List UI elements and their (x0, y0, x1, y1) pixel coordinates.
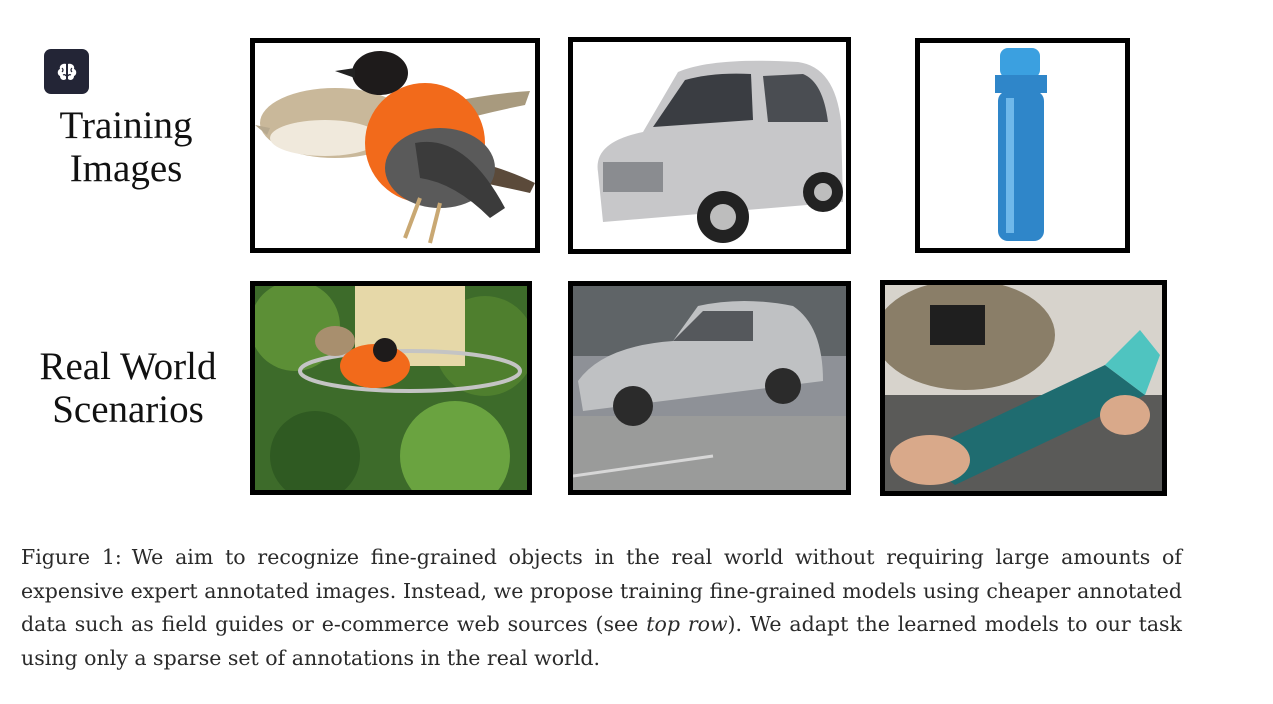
row-label-line: Scenarios (52, 388, 204, 431)
car-studio-panel (568, 37, 851, 254)
row-label-real-world-scenarios: Real World Scenarios (18, 345, 238, 431)
figure-label: Figure 1: (21, 545, 122, 569)
row-label-line: Images (69, 147, 183, 190)
caption-emphasis: top row (646, 612, 728, 636)
car-street-photo-panel (568, 281, 851, 495)
row-label-line: Real World (39, 345, 217, 388)
figure-caption: Figure 1: We aim to recognize fine-graine… (21, 541, 1182, 675)
bottle-hand-photo-panel (880, 280, 1167, 496)
row-label-line: Training (59, 104, 193, 147)
brain-icon[interactable] (44, 49, 89, 94)
bottle-product-panel (915, 38, 1130, 253)
bird-feeder-photo-panel (250, 281, 532, 495)
bird-illustration-panel (250, 38, 540, 253)
row-label-training-images: Training Images (36, 104, 216, 190)
